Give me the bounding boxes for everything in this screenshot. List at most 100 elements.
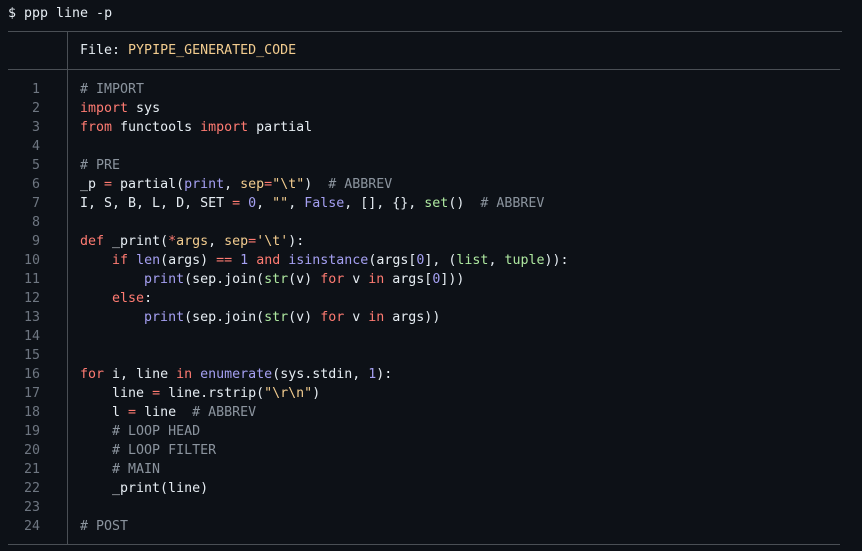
code-token: sep [240, 177, 265, 192]
code-token: print [184, 177, 225, 192]
code-token: functools [112, 120, 201, 135]
code-token: I, S, B, L, D, SET [80, 196, 233, 211]
code-token: ], ( [424, 253, 457, 268]
code-token: 0 [248, 196, 257, 211]
code-token: (args) [160, 253, 217, 268]
code-token: print [144, 272, 185, 287]
code-token: (v) [288, 310, 321, 325]
code-token: (sys.stdin, [272, 367, 369, 382]
line-number: 2 [31, 101, 40, 116]
code-token: if [112, 253, 129, 268]
code-token: _p [80, 177, 97, 192]
code-token: line [80, 386, 153, 401]
code-token: = [264, 177, 273, 192]
line-number: 3 [31, 120, 40, 135]
code-token: l [80, 405, 129, 420]
line-number: 4 [31, 139, 40, 154]
code-token: , [488, 253, 505, 268]
code-token: "\t" [272, 177, 305, 192]
code-token: args)) [384, 310, 441, 325]
code-line: line = line.rstrip("\r\n") [80, 384, 569, 403]
code-token: (sep.join( [184, 310, 265, 325]
code-token: = [248, 234, 257, 249]
code-token: partial [248, 120, 313, 135]
shell-prompt: $ ppp line -p [8, 6, 113, 21]
code-token: # LOOP HEAD [112, 424, 201, 439]
code-token: == [216, 253, 233, 268]
code-token: args [176, 234, 209, 249]
code-line: # MAIN [80, 460, 569, 479]
code-token: ): [376, 367, 393, 382]
code-token: in [176, 367, 193, 382]
line-number: 6 [31, 177, 40, 192]
code-token: # IMPORT [80, 82, 145, 97]
line-number: 12 [23, 291, 40, 306]
code-token: "\r\n" [264, 386, 313, 401]
line-number: 11 [23, 272, 40, 287]
code-token: ) [304, 177, 329, 192]
code-token: ) [312, 386, 321, 401]
code-line: def _print(*args, sep='\t'): [80, 232, 569, 251]
code-line: if len(args) == 1 and isinstance(args[0]… [80, 251, 569, 270]
code-token: def [80, 234, 105, 249]
code-token: line.rstrip( [160, 386, 265, 401]
divider-header [8, 69, 840, 70]
line-number: 22 [23, 481, 40, 496]
code-body: # IMPORT import sys from functools import … [80, 80, 569, 536]
code-token: sys [128, 101, 161, 116]
gutter-divider [67, 31, 68, 545]
line-number: 24 [23, 519, 40, 534]
code-token: , [224, 177, 241, 192]
code-line: # IMPORT [80, 80, 569, 99]
code-token: # MAIN [112, 462, 161, 477]
file-header: File: PYPIPE_GENERATED_CODE [80, 41, 296, 60]
code-token: else [112, 291, 145, 306]
code-token: len [136, 253, 161, 268]
code-token: v [344, 310, 369, 325]
code-token: )): [544, 253, 569, 268]
line-number: 9 [31, 234, 40, 249]
line-number: 16 [23, 367, 40, 382]
line-number: 20 [23, 443, 40, 458]
code-token: , [256, 196, 273, 211]
code-token: ])) [440, 272, 465, 287]
code-token: '\t' [256, 234, 289, 249]
code-token: # ABBREV [480, 196, 545, 211]
code-token: , [288, 196, 305, 211]
line-number: 5 [31, 158, 40, 173]
code-line: I, S, B, L, D, SET = 0, "", False, [], {… [80, 194, 569, 213]
code-token: # ABBREV [328, 177, 393, 192]
code-line: _p = partial(print, sep="\t") # ABBREV [80, 175, 569, 194]
code-token: ): [288, 234, 305, 249]
code-token: import [80, 101, 129, 116]
code-token: _print( [104, 234, 169, 249]
code-token: str [264, 310, 289, 325]
line-number: 17 [23, 386, 40, 401]
code-token: in [368, 310, 385, 325]
line-number-gutter: 1 2 3 4 5 6 7 8 9 10 11 12 13 14 15 16 17 18 19 20 21 22 23 24 [8, 80, 40, 536]
code-token: # ABBREV [192, 405, 257, 420]
code-line: print(sep.join(str(v) for v in args[0])) [80, 270, 569, 289]
code-line: _print(line) [80, 479, 569, 498]
code-token: False [304, 196, 345, 211]
code-token: = [96, 177, 121, 192]
code-token: () [448, 196, 481, 211]
code-line: from functools import partial [80, 118, 569, 137]
code-token: isinstance [288, 253, 369, 268]
code-line: print(sep.join(str(v) for v in args)) [80, 308, 569, 327]
code-token: # POST [80, 519, 129, 534]
